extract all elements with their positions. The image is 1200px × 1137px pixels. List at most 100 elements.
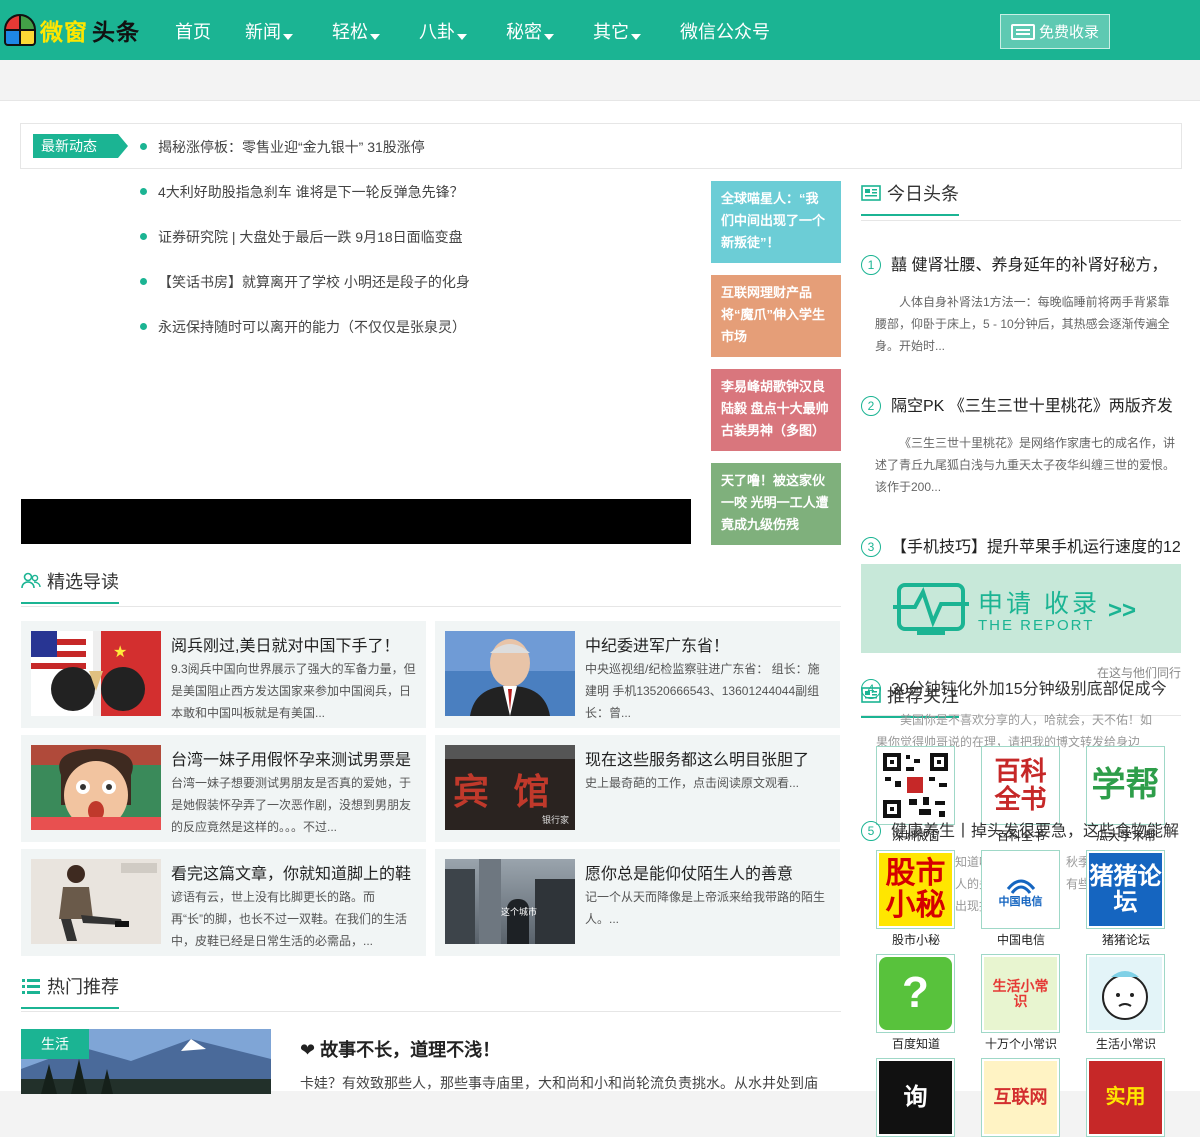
report-icon [893,583,969,635]
section-title-text: 热门推荐 [47,977,119,997]
news-item-text: 永远保持随时可以离开的能力（不仅仅是张泉灵） [158,319,466,335]
today-item[interactable]: 1 囍 健肾壮腰、养身延年的补肾好秘方， 人体自身补肾法1方法一：每晚临睡前将两手… [861,251,1181,357]
chevron-down-icon [457,34,467,40]
article-summary: 台湾一妹子想要测试男朋友是否真的爱她，于是她假装怀孕弄了一次恶作剧，没想到男朋友… [171,776,412,834]
follow-item-practical[interactable]: 实用 [1086,1058,1166,1137]
article-title[interactable]: 中纪委进军广东省！ [585,632,835,656]
ghost-title: 健康养生丨掉头发很要急，这些食物能解 [891,823,1180,840]
section-title-text: 精选导读 [47,572,119,592]
article-thumbnail: ★ [31,631,161,716]
encyclopedia-logo-icon: 百科全书 [981,746,1060,825]
article-title[interactable]: 阅兵刚过,美日就对中国下手了！ [171,632,421,656]
logo-text: 学帮 [1091,764,1160,805]
follow-item-internet[interactable]: 互联网 [981,1058,1061,1137]
today-section-title: 今日头条 [861,180,959,216]
news-item-text: 【笑话书房】就算离开了学校 小明还是段子的化身 [158,274,470,290]
hot-article-image[interactable]: 生活 [21,1029,271,1094]
follow-item-baidu-zhidao[interactable]: ? 百度知道 [876,954,956,1052]
question-mark-icon: ? [876,954,955,1033]
follow-item-label: 百度知道 [891,1037,940,1051]
news-item[interactable]: 永远保持随时可以离开的能力（不仅仅是张泉灵） [140,317,466,337]
article-card[interactable]: 看完这篇文章，你就知道脚上的鞋 谚语有云，世上没有比脚更长的路。而再“长”的脚，… [21,849,426,956]
today-item-title[interactable]: 囍 健肾壮腰、养身延年的补肾好秘方， [891,257,1167,274]
today-item-title[interactable]: 隔空PK 《三生三世十里桃花》两版齐发 [891,398,1173,415]
banner-title: 申请 收录 [978,590,1100,618]
nav-other[interactable]: 其它 [593,18,641,44]
logo-text: 询 [879,1061,952,1134]
qr-code-icon [876,746,955,825]
follow-item-label: 股市小秘 [891,933,940,947]
category-tag[interactable]: 生活 [21,1029,89,1059]
featured-tile[interactable]: 李易峰胡歌钟汉良陆毅 盘点十大最帅古装男神（多图） [711,369,841,451]
bullet-icon [140,143,147,150]
news-item[interactable]: 证券研究院 | 大盘处于最后一跌 9月18日面临变盘 [140,227,463,247]
featured-tile[interactable]: 全球喵星人：“我们中间出现了一个新叛徒”！ [711,181,841,263]
windows-logo-icon [4,14,36,46]
featured-tile[interactable]: 互联网理财产品将“魔爪”伸入学生市场 [711,275,841,357]
article-card[interactable]: 台湾一妹子用假怀孕来测试男票是 台湾一妹子想要测试男朋友是否真的爱她，于是她假装… [21,735,426,842]
free-listing-button[interactable]: 免费收录 [1000,14,1110,49]
nav-news[interactable]: 新闻 [245,18,293,44]
internet-logo-icon: 互联网 [981,1058,1060,1137]
today-item-title[interactable]: 【手机技巧】提升苹果手机运行速度的12 [891,539,1181,556]
logo-text-part1: 微窗 [40,19,88,45]
featured-tile[interactable]: 天了噜！被这家伙一咬 光明一工人遭竟成九级伤残 [711,463,841,545]
news-item-text: 证券研究院 | 大盘处于最后一跌 9月18日面临变盘 [158,229,463,245]
listing-icon [1010,23,1035,40]
nav-home[interactable]: 首页 [175,18,211,44]
list-icon [21,976,41,996]
logo-text-part2: 头条 [92,19,140,45]
face-cartoon-icon [1086,954,1165,1033]
article-title[interactable]: 愿你总是能仰仗陌生人的善意 [585,860,835,884]
nav-relax[interactable]: 轻松 [332,18,380,44]
follow-item-label: 中国电信 [996,933,1045,947]
life-tips-logo-icon: 生活小常识 [981,954,1060,1033]
watermark-text: 银行家 [541,815,569,825]
section-title-text: 今日头条 [887,184,959,204]
rank-number: 2 [861,396,881,416]
rank-number: 5 [861,821,881,841]
apply-listing-banner[interactable]: 申请 收录 THE REPORT >> [861,564,1181,653]
today-item[interactable]: 3 【手机技巧】提升苹果手机运行速度的12 [861,533,1181,557]
users-icon [21,571,41,591]
follow-item-life-tips[interactable]: 生活小常识 [1086,954,1166,1052]
article-card[interactable]: 宾 馆 银行家 现在这些服务都这么明目张胆了 史上最奇葩的工作，点击阅读原文观看… [435,735,840,842]
top-nav-bar: 微窗 头条 首页 新闻 轻松 八卦 秘密 其它 微信公众号 免费收录 [0,0,1200,60]
article-title[interactable]: 台湾一妹子用假怀孕来测试男票是 [171,746,421,770]
logo-text: 互联网 [984,1061,1057,1134]
news-item[interactable]: 4大利好助股指急刹车 谁将是下一轮反弹急先锋？ [140,182,464,202]
nav-wechat[interactable]: 微信公众号 [680,18,770,44]
article-summary: 史上最奇葩的工作，点击阅读原文观看... [585,776,800,790]
follow-item-zhuzhu-forum[interactable]: 猪猪论坛 猪猪论坛 [1086,850,1166,948]
article-thumbnail [31,859,161,944]
article-summary: 谚语有云，世上没有比脚更长的路。而再“长”的脚，也长不过一双鞋。在我们的生活中，… [171,890,407,948]
today-item-ghost[interactable]: 5 健康养生丨掉头发很要急，这些食物能解 [861,817,1179,841]
follow-item-inquiry[interactable]: 询 [876,1058,956,1137]
article-title[interactable]: 看完这篇文章，你就知道脚上的鞋 [171,860,421,884]
article-card[interactable]: ★ 阅兵刚过,美日就对中国下手了！ 9.3阅兵中国向世界展示了强大的军备力量，但… [21,621,426,728]
svg-text:★: ★ [113,644,127,661]
nav-gossip[interactable]: 八卦 [419,18,467,44]
site-logo[interactable]: 微窗 头条 [4,12,140,48]
hot-article-title[interactable]: ❤ 故事不长，道理不浅！ [300,1036,500,1062]
article-card[interactable]: 中纪委进军广东省！ 中央巡视组/纪检监察驻进广东省： 组长：施建明 手机1352… [435,621,840,728]
nav-secrets[interactable]: 秘密 [506,18,554,44]
bullet-icon [140,278,147,285]
chevron-down-icon [631,34,641,40]
follow-item-china-telecom[interactable]: 中国电信 中国电信 [981,850,1061,948]
article-card[interactable]: 这个城市 愿你总是能仰仗陌生人的善意 记一个从天而降像是上帝派来给我带路的陌生人… [435,849,840,956]
article-thumbnail [31,745,161,830]
article-title[interactable]: 现在这些服务都这么明目张胆了 [585,746,835,770]
news-item[interactable]: 【笑话书房】就算离开了学校 小明还是段子的化身 [140,272,470,292]
logo-text: 中国电信 [998,895,1043,908]
bullet-icon [140,188,147,195]
article-thumbnail [445,631,575,716]
inquiry-logo-icon: 询 [876,1058,955,1137]
hot-section-title: 热门推荐 [21,973,119,1009]
article-summary: 中央巡视组/纪检监察驻进广东省： 组长：施建明 手机13520666543、13… [585,662,820,720]
news-item[interactable]: 揭秘涨停板：零售业迎“金九银十” 31股涨停 [140,137,425,157]
today-item[interactable]: 2 隔空PK 《三生三世十里桃花》两版齐发 《三生三世十里桃花》是网络作家唐七的成… [861,392,1181,498]
follow-item-100k-tips[interactable]: 生活小常识 十万个小常识 [981,954,1061,1052]
tile-text: 互联网理财产品将“魔爪”伸入学生市场 [721,285,826,344]
follow-item-stock-secretary[interactable]: 股市小秘 股市小秘 [876,850,956,948]
